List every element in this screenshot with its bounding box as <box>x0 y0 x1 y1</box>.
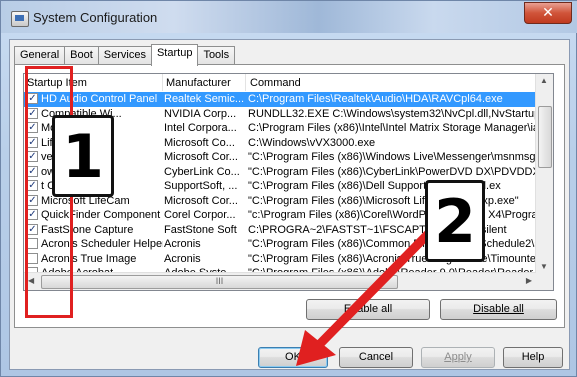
arrow-shaft <box>307 227 435 357</box>
annotation-arrow <box>296 227 435 366</box>
annotation-badge-2: 2 <box>425 180 485 262</box>
tab-startup[interactable]: Startup <box>150 44 199 66</box>
